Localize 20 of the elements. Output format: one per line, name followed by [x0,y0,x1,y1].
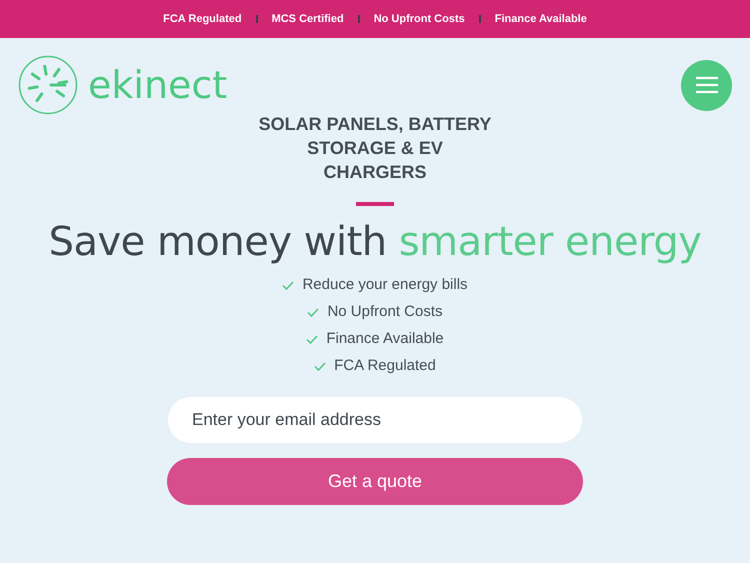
logo-icon [18,55,78,115]
menu-icon [694,76,718,94]
benefit-text: Finance Available [326,329,444,350]
benefit-text: Reduce your energy bills [302,275,468,296]
top-bar-item: MCS Certified [272,12,344,27]
benefit-text: FCA Regulated [334,356,436,376]
top-bar-item: FCA Regulated [163,12,242,27]
check-icon [314,362,326,371]
email-field[interactable]: Enter your email address [168,397,582,443]
check-icon [306,335,318,344]
top-bar-item: Finance Available [494,12,587,27]
benefit-text: No Upfront Costs [327,302,443,322]
get-quote-button[interactable]: Get a quote [167,458,583,505]
check-icon [282,281,294,290]
menu-button[interactable] [681,60,732,110]
check-icon [307,308,320,317]
top-bar-item: No Upfront Costs [374,12,465,27]
hero-headline: Save money with smarter energy [48,218,702,266]
hero-subtitle: SOLAR PANELS, BATTERY STORAGE & EV CHARGERS [258,113,492,184]
logo-text: ekinect [88,66,228,104]
